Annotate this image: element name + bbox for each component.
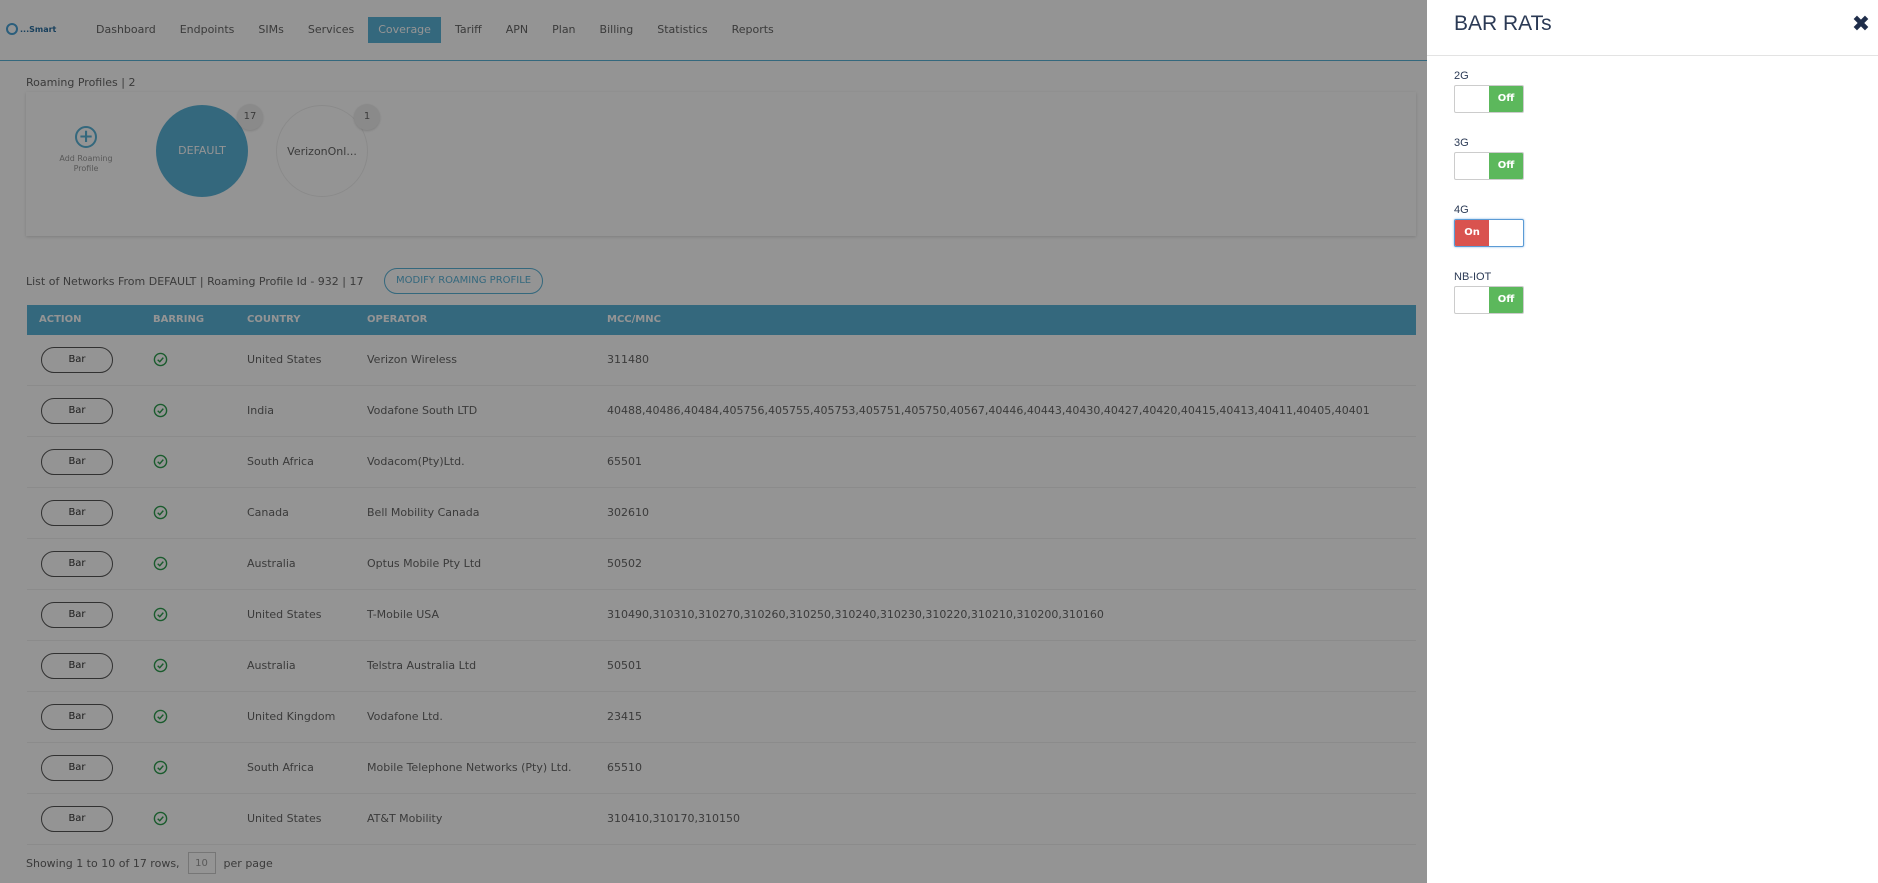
panel-title: BAR RATs xyxy=(1454,12,1552,35)
rat-label: 4G xyxy=(1454,204,1469,216)
toggle-blank xyxy=(1455,86,1489,112)
toggle-state: Off xyxy=(1489,287,1523,313)
rat-label: NB-IOT xyxy=(1454,271,1492,283)
toggle-2g[interactable]: Off xyxy=(1454,85,1524,113)
toggle-nb-iot[interactable]: Off xyxy=(1454,286,1524,314)
close-icon[interactable]: ✖ xyxy=(1850,14,1872,36)
rat-3g: 3G Off xyxy=(1454,137,1524,180)
toggle-state: On xyxy=(1455,220,1489,246)
rat-label: 2G xyxy=(1454,70,1469,82)
bar-rats-panel: BAR RATs ✖ 2G Off 3G Off 4G On NB-IOT Of… xyxy=(1427,0,1878,883)
toggle-3g[interactable]: Off xyxy=(1454,152,1524,180)
toggle-state: Off xyxy=(1489,153,1523,179)
rat-4g: 4G On xyxy=(1454,204,1524,247)
toggle-state: Off xyxy=(1489,86,1523,112)
rat-label: 3G xyxy=(1454,137,1469,149)
toggle-blank xyxy=(1455,287,1489,313)
toggle-blank xyxy=(1489,220,1523,246)
rat-2g: 2G Off xyxy=(1454,70,1524,113)
rat-nb-iot: NB-IOT Off xyxy=(1454,271,1524,314)
panel-divider xyxy=(1427,55,1878,56)
toggle-blank xyxy=(1455,153,1489,179)
toggle-4g[interactable]: On xyxy=(1454,219,1524,247)
